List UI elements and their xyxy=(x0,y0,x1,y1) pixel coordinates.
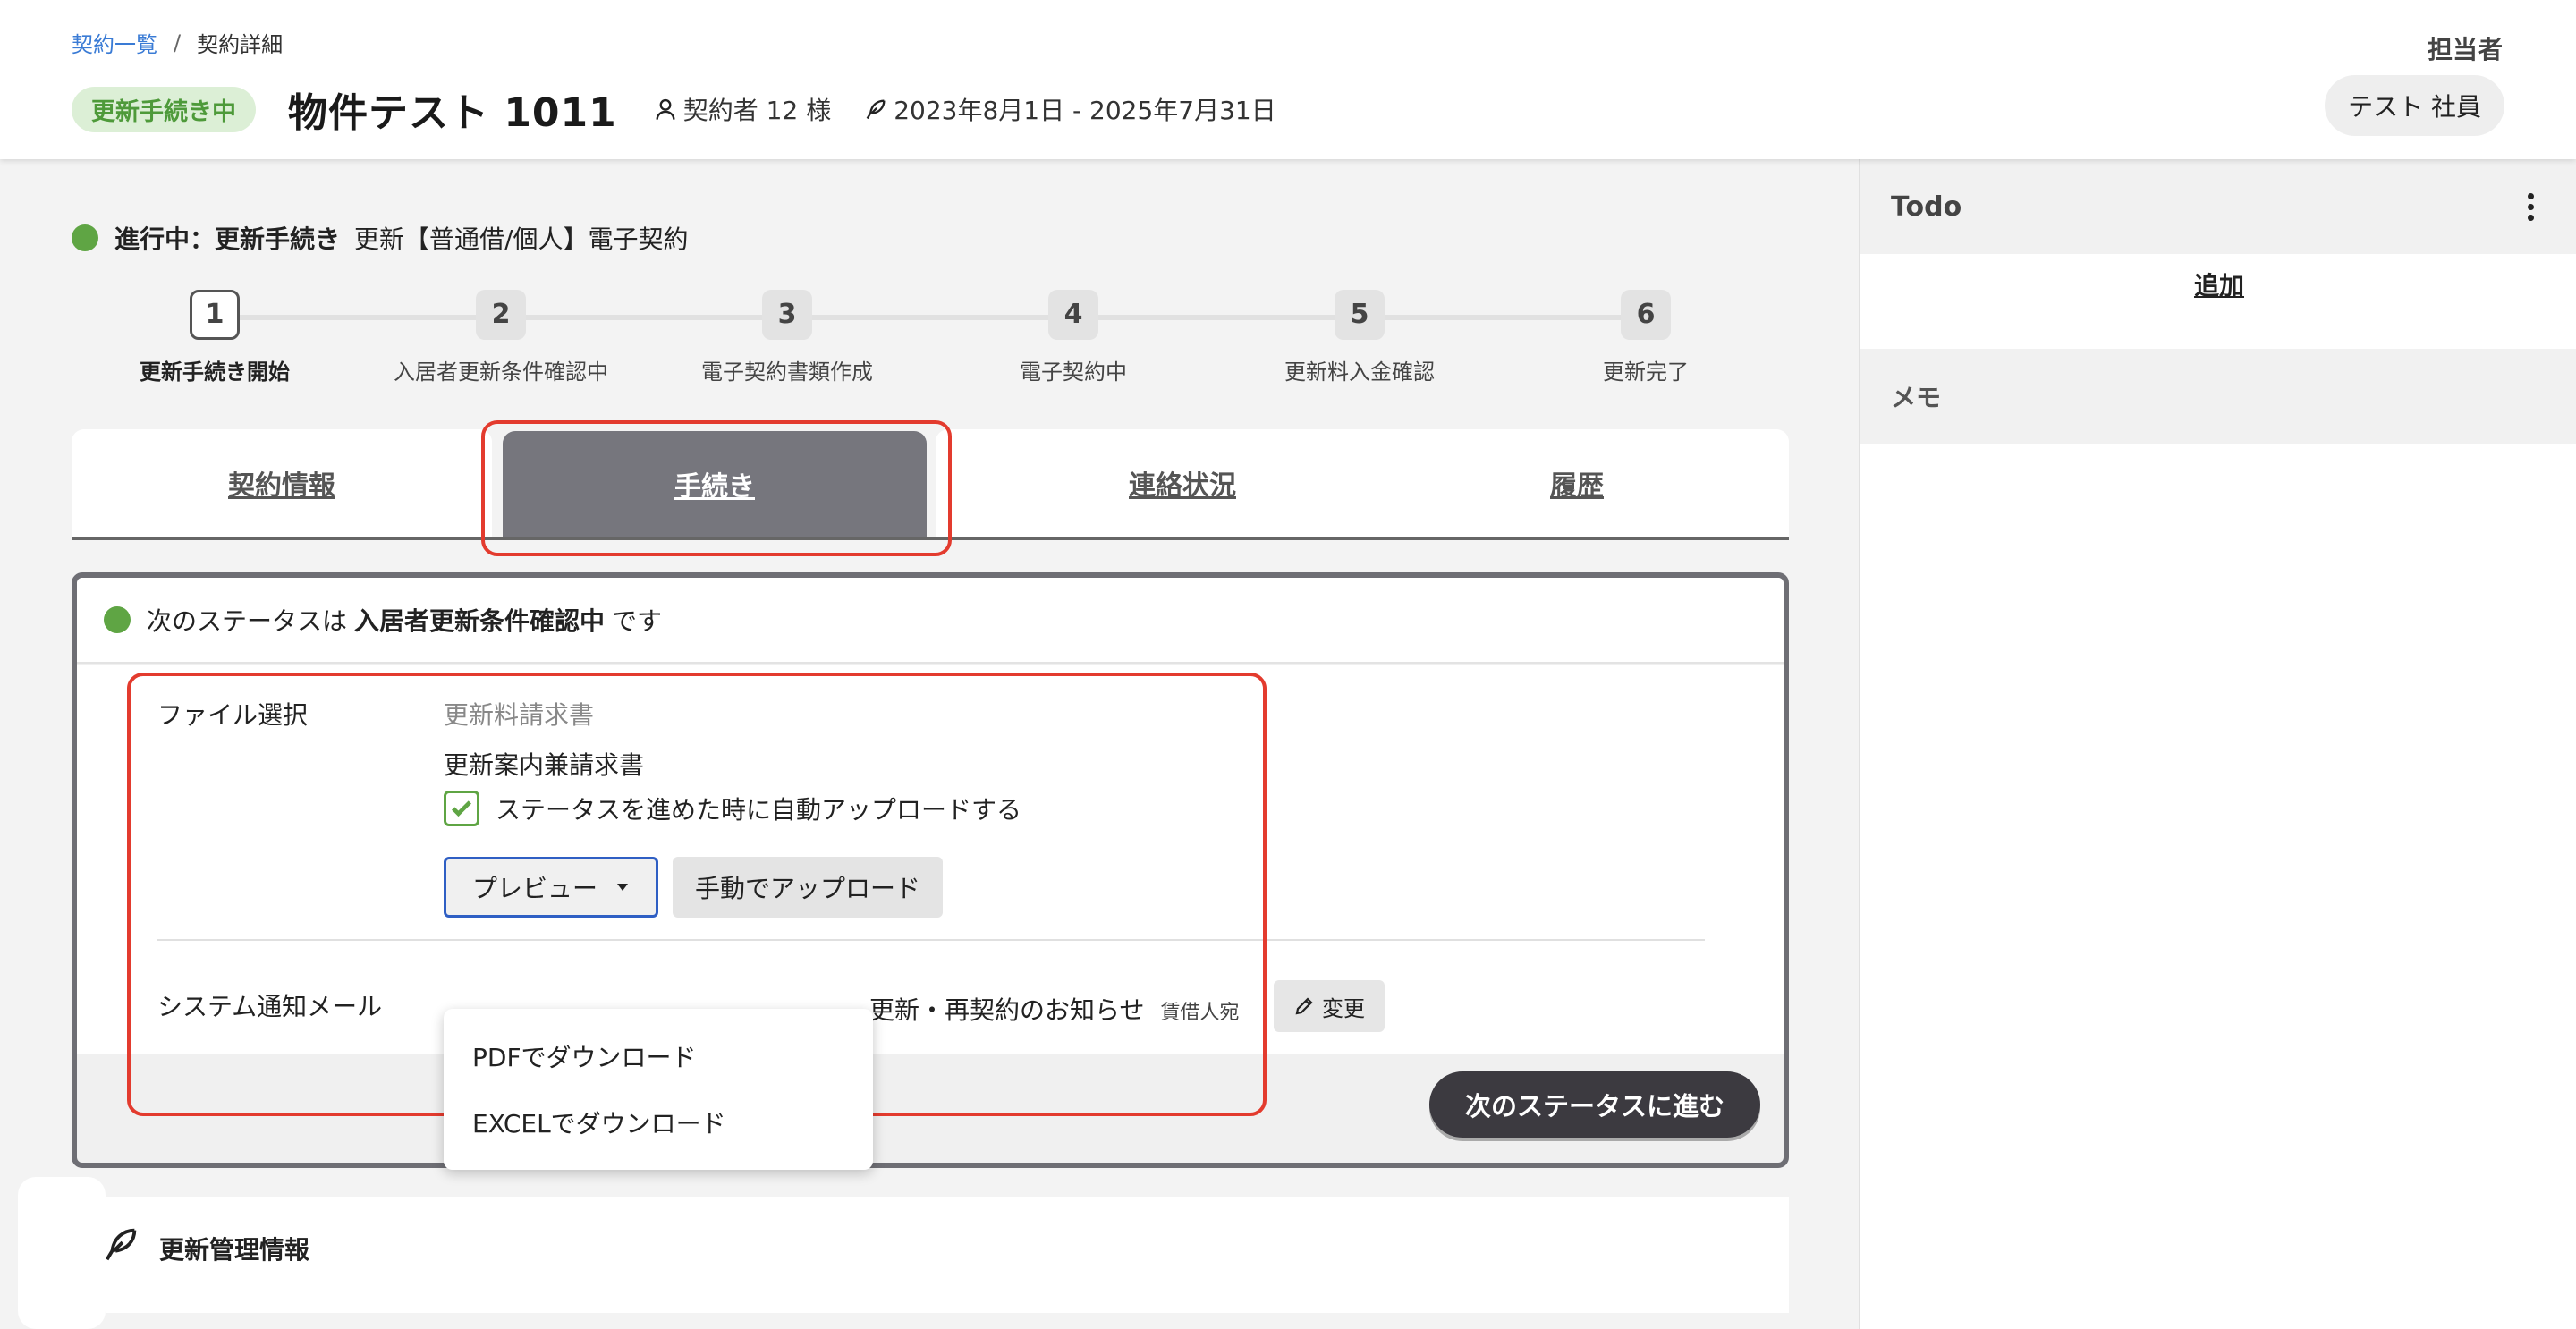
contract-period-text: 2023年8月1日 - 2025年7月31日 xyxy=(894,96,1276,125)
file-actions: プレビュー 手動でアップロード xyxy=(444,857,943,918)
management-section: 更新管理情報 xyxy=(18,1177,1789,1329)
memo-title: メモ xyxy=(1891,383,1942,412)
contractor-count: 契約者 12 様 xyxy=(653,91,831,127)
right-sidebar: Todo 追加 メモ xyxy=(1859,159,2576,1329)
more-options-icon[interactable] xyxy=(2528,193,2535,225)
tab-contact-status[interactable]: 連絡状況 xyxy=(936,429,1429,537)
change-button-label: 変更 xyxy=(1322,995,1365,1021)
step-label: 更新完了 xyxy=(1603,360,1689,385)
step-1: 1 更新手続き開始 xyxy=(72,290,358,385)
auto-upload-checkbox[interactable] xyxy=(444,791,479,826)
checkmark-icon xyxy=(452,800,471,817)
change-mail-button[interactable]: 変更 xyxy=(1274,980,1385,1032)
preview-dropdown-button[interactable]: プレビュー xyxy=(444,857,658,918)
mail-template-name: 更新・再契約のお知らせ xyxy=(869,995,1145,1025)
breadcrumb-current: 契約詳細 xyxy=(197,32,284,57)
procedure-panel: 次のステータスは 入居者更新条件確認中 です ファイル選択 更新料請求書 更新案… xyxy=(72,572,1789,1170)
auto-upload-label: ステータスを進めた時に自動アップロードする xyxy=(496,795,1022,825)
todo-header: Todo xyxy=(1860,159,2576,254)
step-number: 3 xyxy=(762,290,812,340)
system-mail-label: システム通知メール xyxy=(157,992,383,1021)
manual-upload-button[interactable]: 手動でアップロード xyxy=(673,857,943,918)
title-row: 更新手続き中 物件テスト 1011 契約者 12 様 2023年8月1日 - 2… xyxy=(72,80,1309,138)
step-label: 入居者更新条件確認中 xyxy=(394,360,608,385)
pencil-icon xyxy=(1295,997,1313,1015)
step-label: 電子契約中 xyxy=(1020,360,1127,385)
next-status-suffix: です xyxy=(612,606,663,636)
preview-dropdown-menu: PDFでダウンロード EXCELでダウンロード xyxy=(444,1009,873,1170)
next-status-prefix: 次のステータスは xyxy=(147,606,348,636)
page-title: 物件テスト 1011 xyxy=(288,90,617,136)
contractor-count-text: 契約者 12 様 xyxy=(682,96,832,125)
tab-contract-info[interactable]: 契約情報 xyxy=(72,429,492,537)
step-number: 6 xyxy=(1621,290,1671,340)
status-badge: 更新手続き中 xyxy=(72,86,256,132)
memo-header: メモ xyxy=(1860,349,2576,444)
next-status-button[interactable]: 次のステータスに進む xyxy=(1428,1071,1760,1138)
step-6: 6 更新完了 xyxy=(1503,290,1789,385)
assignee-label: 担当者 xyxy=(2427,35,2503,64)
step-label: 更新料入金確認 xyxy=(1284,360,1435,385)
menu-item-pdf-download[interactable]: PDFでダウンロード xyxy=(444,1025,873,1091)
step-label: 電子契約書類作成 xyxy=(701,360,873,385)
assignee-chip[interactable]: テスト 社員 xyxy=(2325,75,2504,136)
todo-add-link[interactable]: 追加 xyxy=(1860,267,2576,302)
progress-status: 進行中：更新手続き 更新【普通借/個人】電子契約 xyxy=(72,220,688,256)
progress-status-flow: 更新【普通借/個人】電子契約 xyxy=(354,224,689,254)
tab-procedure[interactable]: 手続き xyxy=(503,431,927,537)
menu-item-excel-download[interactable]: EXCELでダウンロード xyxy=(444,1091,873,1157)
next-status-name: 入居者更新条件確認中 xyxy=(354,606,606,636)
step-number: 4 xyxy=(1048,290,1098,340)
feather-pen-icon xyxy=(100,1223,141,1268)
management-header xyxy=(106,1197,1789,1313)
breadcrumb-separator: / xyxy=(174,30,182,55)
detail-tabs: 契約情報 手続き 連絡状況 履歴 xyxy=(72,429,1789,540)
system-mail-value: 更新・再契約のお知らせ 賃借人宛 xyxy=(869,991,1239,1027)
step-4: 4 電子契約中 xyxy=(930,290,1216,385)
contract-period: 2023年8月1日 - 2025年7月31日 xyxy=(863,91,1276,127)
caret-down-icon xyxy=(617,884,628,891)
step-5: 5 更新料入金確認 xyxy=(1216,290,1503,385)
step-label: 更新手続き開始 xyxy=(140,360,290,385)
tab-history[interactable]: 履歴 xyxy=(1365,429,1789,537)
step-3: 3 電子契約書類作成 xyxy=(644,290,930,385)
status-dot-icon xyxy=(72,224,98,251)
breadcrumb-contract-list-link[interactable]: 契約一覧 xyxy=(72,27,157,58)
feather-pen-icon xyxy=(866,99,886,120)
next-status-banner: 次のステータスは 入居者更新条件確認中 です xyxy=(77,578,1784,664)
step-number: 5 xyxy=(1335,290,1385,340)
person-icon xyxy=(656,98,675,120)
management-title: 更新管理情報 xyxy=(159,1235,310,1265)
auto-upload-option[interactable]: ステータスを進めた時に自動アップロードする xyxy=(444,791,1021,826)
page-header: 契約一覧 / 契約詳細 更新手続き中 物件テスト 1011 契約者 12 様 2… xyxy=(0,0,2576,159)
todo-title: Todo xyxy=(1891,190,1962,223)
status-dot-icon xyxy=(104,606,131,633)
mail-target: 賃借人宛 xyxy=(1160,1002,1240,1024)
section-divider xyxy=(157,939,1705,941)
file-name: 更新案内兼請求書 xyxy=(444,750,645,780)
file-category: 更新料請求書 xyxy=(444,700,595,730)
step-number: 1 xyxy=(190,290,240,340)
panel-body: ファイル選択 更新料請求書 更新案内兼請求書 ステータスを進めた時に自動アップロ… xyxy=(77,665,1784,1170)
preview-button-label: プレビュー xyxy=(471,874,597,903)
step-number: 2 xyxy=(476,290,526,340)
progress-status-title: 進行中：更新手続き xyxy=(114,224,341,254)
step-2: 2 入居者更新条件確認中 xyxy=(358,290,644,385)
breadcrumb: 契約一覧 / 契約詳細 xyxy=(72,27,283,58)
file-select-label: ファイル選択 xyxy=(157,700,309,730)
status-stepper: 1 更新手続き開始 2 入居者更新条件確認中 3 電子契約書類作成 4 電子契約… xyxy=(72,290,1789,388)
management-side-block xyxy=(18,1177,106,1329)
